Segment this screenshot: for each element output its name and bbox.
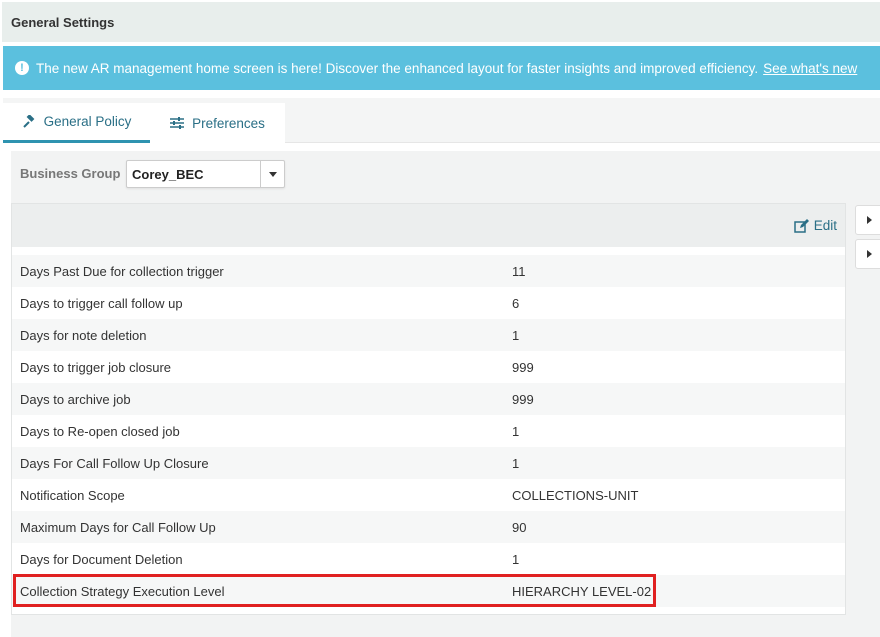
setting-value: 1 (512, 423, 520, 439)
general-policy-panel: Edit Days Past Due for collection trigge… (11, 203, 846, 615)
setting-name: Days for Document Deletion (20, 551, 183, 567)
table-row: Days to trigger job closure 999 (12, 351, 845, 383)
tab-bar: General Policy Preferences (3, 98, 880, 143)
table-row: Days Past Due for collection trigger 11 (12, 255, 845, 287)
panel-header: Edit (12, 204, 845, 247)
setting-name: Days to trigger call follow up (20, 295, 183, 311)
setting-name: Days to trigger job closure (20, 359, 172, 375)
setting-name: Days Past Due for collection trigger (20, 263, 224, 279)
side-expand-button-2[interactable] (855, 239, 880, 269)
setting-name: Notification Scope (20, 487, 125, 503)
setting-value: COLLECTIONS-UNIT (512, 487, 639, 503)
setting-value: 1 (512, 551, 520, 567)
table-row: Days For Call Follow Up Closure 1 (12, 447, 845, 479)
caret-right-icon (866, 216, 872, 224)
banner-message: The new AR management home screen is her… (36, 60, 759, 76)
edit-button[interactable]: Edit (793, 218, 837, 233)
table-row: Days for note deletion 1 (12, 319, 845, 351)
gavel-icon (22, 114, 34, 128)
caret-right-icon (866, 250, 872, 258)
side-expand-button[interactable] (855, 205, 880, 235)
business-group-select[interactable]: Corey_BEC (126, 160, 285, 188)
setting-value: 999 (512, 359, 534, 375)
business-group-value: Corey_BEC (132, 167, 204, 182)
announcement-banner: ! The new AR management home screen is h… (3, 46, 880, 90)
page-title: General Settings (2, 2, 880, 42)
setting-value: 1 (512, 327, 520, 343)
table-row: Notification Scope COLLECTIONS-UNIT (12, 479, 845, 511)
edit-icon (793, 218, 809, 233)
caret-down-icon[interactable] (260, 161, 284, 187)
tab-label: General Policy (43, 114, 132, 129)
setting-name: Days for note deletion (20, 327, 147, 343)
setting-name: Maximum Days for Call Follow Up (20, 519, 216, 535)
policy-rows: Days Past Due for collection trigger 11 D… (12, 255, 845, 607)
setting-value: HIERARCHY LEVEL-02 (512, 583, 652, 599)
setting-value: 1 (512, 455, 520, 471)
see-whats-new-link[interactable]: See what's new (763, 61, 857, 76)
setting-name: Days For Call Follow Up Closure (20, 455, 209, 471)
table-row: Collection Strategy Execution Level HIERA… (12, 575, 845, 607)
table-row: Maximum Days for Call Follow Up 90 (12, 511, 845, 543)
tab-preferences[interactable]: Preferences (150, 103, 285, 143)
table-row: Days to archive job 999 (12, 383, 845, 415)
setting-name: Days to Re-open closed job (20, 423, 180, 439)
tab-general-policy[interactable]: General Policy (3, 103, 150, 143)
table-row: Days for Document Deletion 1 (12, 543, 845, 575)
edit-label: Edit (813, 218, 837, 233)
setting-name: Days to archive job (20, 391, 131, 407)
setting-name: Collection Strategy Execution Level (20, 583, 225, 599)
info-icon: ! (15, 61, 29, 75)
table-row: Days to trigger call follow up 6 (12, 287, 845, 319)
settings-content: Business Group Corey_BEC Edit Days Past … (11, 151, 880, 637)
setting-value: 999 (512, 391, 534, 407)
sliders-icon (170, 117, 185, 129)
business-group-label: Business Group (20, 166, 121, 181)
setting-value: 90 (512, 519, 527, 535)
setting-value: 6 (512, 295, 520, 311)
setting-value: 11 (512, 263, 526, 279)
table-row: Days to Re-open closed job 1 (12, 415, 845, 447)
tab-label: Preferences (192, 115, 265, 131)
